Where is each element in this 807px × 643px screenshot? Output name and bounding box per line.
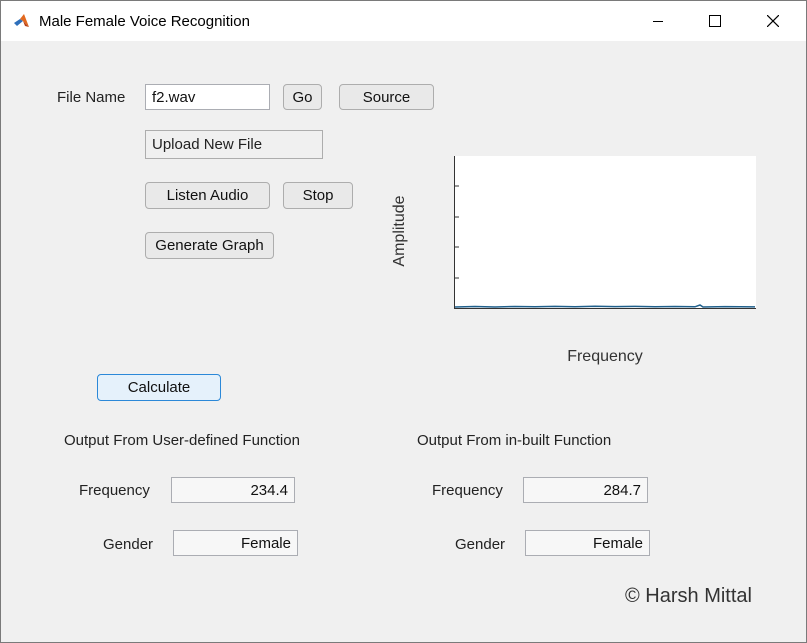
minimize-button[interactable]	[635, 1, 681, 41]
inbuilt-gender-field[interactable]: Female	[525, 530, 650, 556]
user-gender-field[interactable]: Female	[173, 530, 298, 556]
file-name-label: File Name	[57, 89, 126, 106]
source-button[interactable]: Source	[339, 84, 434, 110]
inbuilt-frequency-label: Frequency	[432, 482, 503, 499]
calculate-button[interactable]: Calculate	[97, 374, 221, 401]
upload-new-file-button[interactable]: Upload New File	[145, 130, 323, 159]
graph-plot	[455, 185, 755, 308]
stop-button[interactable]: Stop	[283, 182, 353, 209]
matlab-icon	[13, 13, 30, 30]
listen-audio-button[interactable]: Listen Audio	[145, 182, 270, 209]
close-icon	[767, 15, 779, 27]
maximize-button[interactable]	[692, 1, 738, 41]
user-frequency-field[interactable]: 234.4	[171, 477, 295, 503]
user-defined-heading: Output From User-defined Function	[64, 432, 300, 449]
maximize-icon	[709, 15, 721, 27]
go-button[interactable]: Go	[283, 84, 322, 110]
inbuilt-gender-label: Gender	[455, 536, 506, 553]
user-gender-label: Gender	[103, 536, 154, 553]
title-bar: Male Female Voice Recognition	[1, 1, 806, 41]
generate-graph-button[interactable]: Generate Graph	[145, 232, 274, 259]
y-axis-label: Amplitude	[391, 195, 408, 267]
app-window: Male Female Voice Recognition File Name …	[0, 0, 807, 643]
file-name-input[interactable]: f2.wav	[145, 84, 270, 110]
close-button[interactable]	[750, 1, 796, 41]
x-axis-label: Frequency	[567, 348, 643, 365]
inbuilt-frequency-field[interactable]: 284.7	[523, 477, 648, 503]
copyright-text: © Harsh Mittal	[625, 585, 752, 607]
inbuilt-heading: Output From in-built Function	[417, 432, 612, 449]
signal-line	[455, 304, 755, 308]
window-title: Male Female Voice Recognition	[39, 13, 250, 30]
minimize-icon	[653, 21, 663, 22]
graph-axes	[454, 156, 756, 309]
user-frequency-label: Frequency	[79, 482, 150, 499]
